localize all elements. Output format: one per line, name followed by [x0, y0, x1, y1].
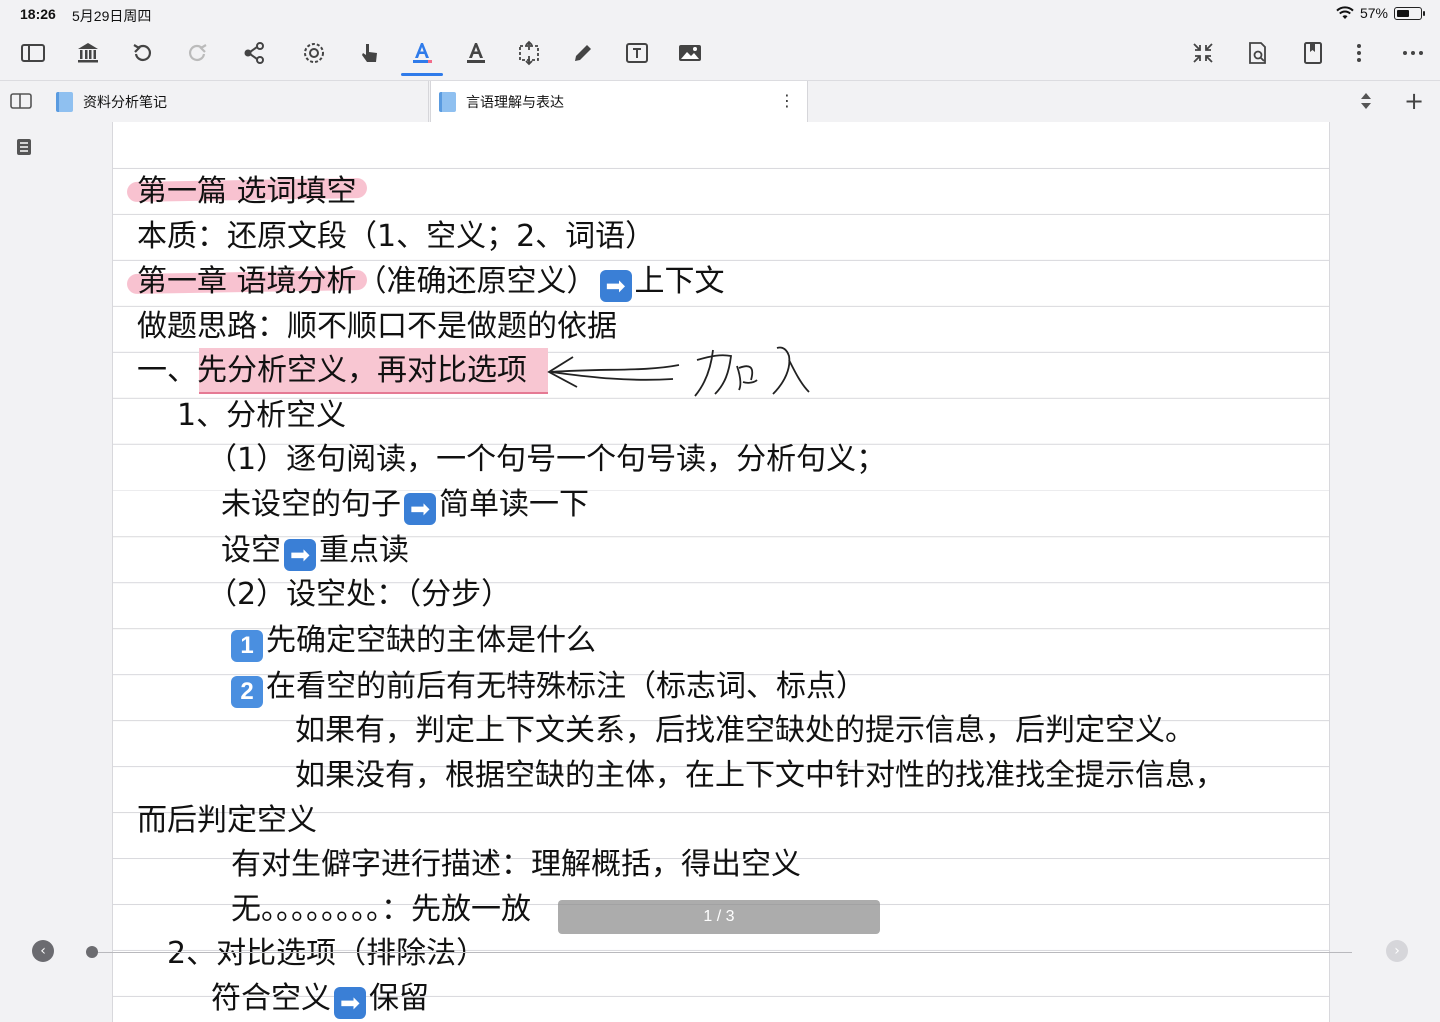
note-line: 第一篇 选词填空: [137, 174, 357, 209]
sidebar-icon[interactable]: [16, 36, 50, 70]
add-tab-icon[interactable]: +: [1404, 89, 1424, 113]
share-icon[interactable]: [237, 36, 271, 70]
toolbar: [0, 30, 1440, 78]
note-line: 一、先分析空义，再对比选项: [137, 351, 527, 391]
note-text: 简单读一下: [439, 487, 589, 522]
image-icon[interactable]: [673, 36, 707, 70]
library-icon[interactable]: [71, 36, 105, 70]
note-text: 未设空的句子: [221, 487, 401, 522]
note-text: 重点读: [319, 533, 409, 568]
note-line: （2）设空处：（分步）: [207, 577, 512, 612]
note-line: 未设空的句子 ➡ 简单读一下: [221, 485, 589, 525]
split-view-icon[interactable]: [10, 91, 34, 115]
notebook-icon: [56, 92, 73, 112]
outline-icon[interactable]: [16, 138, 32, 156]
note-line: 而后判定空义: [137, 803, 317, 838]
note-line: （1）逐句阅读，一个句号一个句号读，分析句义；: [207, 442, 887, 477]
arrow-right-icon: ➡: [334, 987, 366, 1019]
note-line: 1、分析空义: [177, 398, 347, 433]
note-line: 2、对比选项（排除法）: [167, 936, 487, 971]
arrow-right-icon: ➡: [404, 493, 436, 525]
bookmark-icon[interactable]: [1296, 36, 1330, 70]
tab-notebook-2[interactable]: 言语理解与表达 ⋮: [430, 81, 808, 123]
status-bar: 18:26 5月29日周四 57%: [0, 0, 1440, 28]
notebook-icon: [439, 92, 456, 112]
resize-icon[interactable]: [512, 36, 546, 70]
status-indicators: 57%: [1336, 5, 1425, 21]
search-document-icon[interactable]: [1240, 36, 1274, 70]
highlighted-text: 先分析空义，再对比选项: [197, 353, 527, 388]
wifi-icon: [1336, 6, 1354, 19]
handwritten-note: [694, 346, 810, 397]
note-text: 上下文: [634, 264, 725, 299]
hand-pointer-icon[interactable]: [352, 36, 386, 70]
note-text: 符合空义: [211, 981, 331, 1016]
note-page[interactable]: 第一篇 选词填空 本质：还原文段（1、空义；2、词语） 第一章 语境分析（准确还…: [112, 122, 1330, 1022]
tab-bar: 资料分析笔记 言语理解与表达 ⋮ +: [0, 80, 1440, 123]
lasso-icon[interactable]: [297, 36, 331, 70]
more-vertical-icon[interactable]: [1342, 36, 1376, 70]
pen-icon[interactable]: [566, 36, 600, 70]
status-time: 18:26: [20, 6, 56, 22]
number-two-icon: 2: [231, 676, 263, 708]
more-horizontal-icon[interactable]: [1396, 36, 1430, 70]
note-line: 符合空义 ➡ 保留: [211, 979, 429, 1019]
page-scrubber[interactable]: [92, 952, 1352, 953]
note-text: 一、: [137, 353, 197, 388]
textbox-icon[interactable]: [620, 36, 654, 70]
number-one-icon: 1: [231, 630, 263, 662]
note-text: 先确定空缺的主体是什么: [266, 623, 596, 658]
note-line: 做题思路：顺不顺口不是做题的依据: [137, 309, 617, 344]
note-line: 无。。。。。。。。：先放一放: [231, 892, 531, 927]
highlighter-text-icon[interactable]: [401, 36, 443, 76]
tab-options-icon[interactable]: ⋮: [779, 91, 795, 110]
text-color-icon[interactable]: [459, 36, 493, 70]
note-line: 1 先确定空缺的主体是什么: [231, 621, 596, 662]
battery-percent: 57%: [1359, 5, 1388, 21]
note-line: 如果没有，根据空缺的主体，在上下文中针对性的找准找全提示信息，: [295, 758, 1225, 793]
note-line: 如果有，判定上下文关系，后找准空缺处的提示信息，后判定空义。: [295, 713, 1195, 748]
undo-icon[interactable]: [126, 36, 160, 70]
note-text: 在看空的前后有无特殊标注（标志词、标点）: [266, 669, 866, 704]
note-line: 本质：还原文段（1、空义；2、词语）: [137, 219, 656, 254]
page-indicator: 1 / 3: [558, 900, 880, 934]
note-text: 设空: [221, 533, 281, 568]
note-text: 第一章 语境分析（准确还原空义）: [137, 264, 597, 299]
tab-label: 资料分析笔记: [83, 95, 167, 111]
previous-page-icon[interactable]: ‹: [32, 940, 54, 962]
arrow-right-icon: ➡: [284, 539, 316, 571]
scrubber-handle[interactable]: [86, 946, 98, 958]
battery-icon: [1394, 6, 1425, 20]
redo-icon[interactable]: [180, 36, 214, 70]
note-line: 2 在看空的前后有无特殊标注（标志词、标点）: [231, 667, 866, 708]
tab-notebook-1[interactable]: 资料分析笔记: [48, 81, 429, 123]
note-line: 第一章 语境分析（准确还原空义） ➡ 上下文: [137, 262, 725, 302]
note-line: 设空 ➡ 重点读: [221, 531, 409, 571]
arrow-right-icon: ➡: [599, 270, 632, 302]
tab-label: 言语理解与表达: [466, 95, 564, 111]
note-line: 有对生僻字进行描述：理解概括，得出空义: [231, 847, 801, 882]
next-page-icon[interactable]: ›: [1386, 940, 1408, 962]
note-text: 保留: [369, 981, 429, 1016]
status-date: 5月29日周四: [72, 8, 152, 24]
collapse-icon[interactable]: [1186, 36, 1220, 70]
reorder-icon[interactable]: [1358, 91, 1374, 115]
